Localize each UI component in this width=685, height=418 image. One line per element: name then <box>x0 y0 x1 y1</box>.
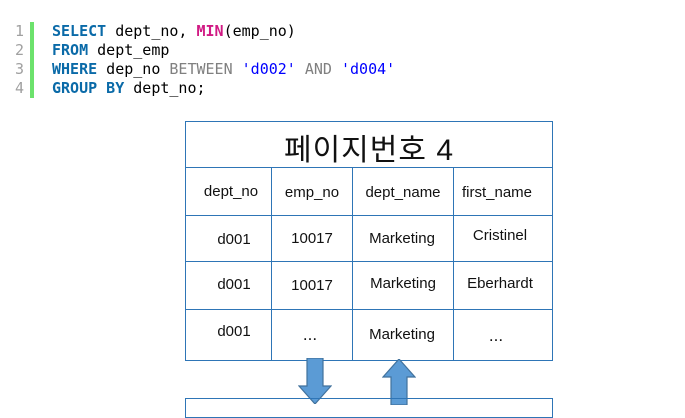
column-header: emp_no <box>284 184 340 201</box>
sql-string: 'd002' <box>241 60 296 78</box>
sql-string: 'd004' <box>341 60 396 78</box>
sql-text: dep_no <box>97 60 170 78</box>
code-line: 2 FROM dept_emp <box>0 41 685 60</box>
code-block: 1 SELECT dept_no, MIN(emp_no) 2 FROM dep… <box>0 22 685 98</box>
sql-operator: BETWEEN <box>169 60 233 78</box>
code-text: SELECT dept_no, MIN(emp_no) <box>52 22 296 41</box>
sql-keyword: SELECT <box>52 22 107 40</box>
code-text: GROUP BY dept_no; <box>52 79 206 98</box>
table-cell: d001 <box>217 276 251 293</box>
sql-function: MIN <box>196 22 224 40</box>
code-text: FROM dept_emp <box>52 41 169 60</box>
sql-keyword: GROUP BY <box>52 79 125 97</box>
column-header: dept_no <box>203 183 259 200</box>
sql-text: dept_no, <box>106 22 197 40</box>
line-number: 2 <box>14 41 24 59</box>
code-gutter <box>30 22 34 41</box>
table-cell: Eberhardt <box>467 275 533 292</box>
code-gutter <box>30 41 34 60</box>
column-header: dept_name <box>365 184 441 201</box>
line-number: 1 <box>14 22 24 40</box>
line-number: 4 <box>14 79 24 97</box>
table-cell: Marketing <box>369 230 435 247</box>
column-divider <box>453 167 454 361</box>
column-divider <box>352 167 353 361</box>
code-gutter <box>30 60 34 79</box>
sql-keyword: FROM <box>52 41 89 59</box>
code-line: 1 SELECT dept_no, MIN(emp_no) <box>0 22 685 41</box>
table-cell: d001 <box>217 231 251 248</box>
table-cell: Marketing <box>370 275 436 292</box>
header-divider <box>185 215 553 216</box>
code-line: 4 GROUP BY dept_no; <box>0 79 685 98</box>
table-cell: 10017 <box>291 277 333 294</box>
column-divider <box>271 167 272 361</box>
page-title: 페이지번호 4 <box>283 134 455 167</box>
line-number: 3 <box>14 60 24 78</box>
sql-text: dept_emp <box>88 41 170 59</box>
code-text: WHERE dep_no BETWEEN 'd002' AND 'd004' <box>52 60 395 79</box>
sql-keyword: WHERE <box>52 60 98 78</box>
table-cell: ... <box>488 326 504 345</box>
table-cell: d001 <box>217 323 251 340</box>
page-diagram: 페이지번호 4 dept_no emp_no dept_name first_n… <box>185 121 554 362</box>
row-divider <box>185 309 553 310</box>
sql-text: dept_no; <box>124 79 206 97</box>
sql-operator: AND <box>304 60 332 78</box>
table-cell: 10017 <box>291 230 333 247</box>
code-line: 3 WHERE dep_no BETWEEN 'd002' AND 'd004' <box>0 60 685 79</box>
sql-text: (emp_no) <box>223 22 296 40</box>
title-divider <box>185 167 553 168</box>
table-cell: ... <box>302 325 318 344</box>
next-box-frame <box>185 398 553 418</box>
row-divider <box>185 261 553 262</box>
table-cell: Cristinel <box>472 227 528 244</box>
table-cell: Marketing <box>369 326 435 343</box>
column-header: first_name <box>461 184 533 201</box>
code-gutter <box>30 79 34 98</box>
